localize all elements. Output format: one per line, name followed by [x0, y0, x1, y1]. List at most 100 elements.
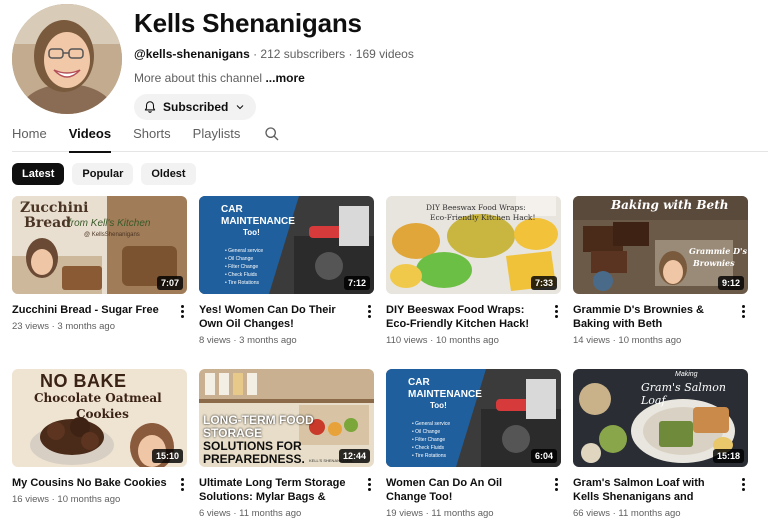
video-thumbnail[interactable]: CAR MAINTENANCE Too! • General service •… — [386, 369, 561, 467]
chip-oldest[interactable]: Oldest — [141, 163, 196, 185]
video-title[interactable]: Ultimate Long Term Storage Solutions: My… — [199, 476, 354, 504]
video-card[interactable]: Making Gram's Salmon Loaf 15:18 Gram's S… — [573, 369, 748, 525]
video-thumbnail[interactable]: Making Gram's Salmon Loaf 15:18 — [573, 369, 748, 467]
more-vert-icon[interactable] — [175, 476, 189, 492]
thumb-text: Too! — [243, 228, 260, 237]
video-age: 11 months ago — [239, 508, 302, 519]
subscribed-button[interactable]: Subscribed — [134, 94, 257, 120]
thumb-text: • Filter Change — [412, 437, 446, 443]
search-icon[interactable] — [264, 126, 280, 147]
video-thumbnail[interactable]: Baking with Beth Grammie D's Brownies 9:… — [573, 196, 748, 294]
chip-popular[interactable]: Popular — [72, 163, 134, 185]
channel-stats: · 212 subscribers · 169 videos — [253, 47, 414, 61]
video-thumbnail[interactable]: DIY Beeswax Food Wraps: Eco-Friendly Kit… — [386, 196, 561, 294]
more-vert-icon[interactable] — [736, 303, 750, 319]
tab-home[interactable]: Home — [12, 120, 47, 152]
about-text: More about this channel — [134, 71, 263, 85]
video-meta: 66 views · 11 months ago — [573, 508, 681, 519]
more-vert-icon[interactable] — [362, 476, 376, 492]
subscribed-label: Subscribed — [163, 100, 229, 114]
video-title[interactable]: Grammie D's Brownies & Baking with Beth — [573, 303, 728, 331]
more-vert-icon[interactable] — [362, 303, 376, 319]
channel-header: Kells Shenanigans @kells-shenanigans · 2… — [134, 8, 754, 120]
video-title[interactable]: DIY Beeswax Food Wraps: Eco-Friendly Kit… — [386, 303, 541, 331]
video-meta: 16 views · 10 months ago — [12, 494, 121, 505]
more-vert-icon[interactable] — [549, 303, 563, 319]
video-meta: 110 views · 10 months ago — [386, 335, 499, 346]
video-title[interactable]: Women Can Do An Oil Change Too! — [386, 476, 541, 504]
thumb-text: STORAGE — [203, 426, 263, 440]
thumb-text: Baking with Beth — [611, 198, 729, 212]
video-meta: 6 views · 11 months ago — [199, 508, 302, 519]
video-duration: 7:07 — [156, 276, 183, 290]
video-age: 3 months ago — [57, 321, 115, 332]
thumb-text: Grammie D's — [689, 246, 747, 256]
video-meta: 19 views · 11 months ago — [386, 508, 494, 519]
video-views: 8 views — [199, 335, 231, 346]
channel-about[interactable]: More about this channel ...more — [134, 70, 754, 86]
thumb-text: • Oil Change — [225, 256, 254, 262]
video-age: 11 months ago — [431, 508, 494, 519]
video-title[interactable]: Gram's Salmon Loaf with Kells Shenanigan… — [573, 476, 728, 504]
video-thumbnail[interactable]: LONG-TERM FOOD STORAGE SOLUTIONS FOR PRE… — [199, 369, 374, 467]
thumb-text: Making — [675, 371, 698, 378]
thumb-text: • Check Fluids — [225, 272, 258, 278]
video-views: 66 views — [573, 508, 610, 519]
video-meta: 8 views · 3 months ago — [199, 335, 297, 346]
video-thumbnail[interactable]: NO BAKE Chocolate Oatmeal Cookies 15:10 — [12, 369, 187, 467]
video-thumbnail[interactable]: Zucchini Bread from Kell's Kitchen @ Kel… — [12, 196, 187, 294]
video-card[interactable]: Zucchini Bread from Kell's Kitchen @ Kel… — [12, 196, 187, 356]
tab-shorts[interactable]: Shorts — [133, 120, 171, 152]
video-title[interactable]: Zucchini Bread - Sugar Free — [12, 303, 167, 317]
video-card[interactable]: Baking with Beth Grammie D's Brownies 9:… — [573, 196, 748, 356]
tab-playlists[interactable]: Playlists — [193, 120, 241, 152]
video-title[interactable]: My Cousins No Bake Cookies — [12, 476, 167, 490]
more-link[interactable]: ...more — [265, 71, 304, 85]
video-age: 10 months ago — [57, 494, 121, 505]
video-age: 11 months ago — [618, 508, 681, 519]
thumb-text: • General service — [225, 248, 264, 254]
video-age: 10 months ago — [436, 335, 499, 346]
thumb-text: MAINTENANCE — [221, 216, 295, 227]
thumb-text: SOLUTIONS FOR — [203, 439, 302, 453]
thumb-text: NO BAKE — [40, 371, 127, 391]
thumb-text: Chocolate Oatmeal — [34, 391, 162, 405]
video-views: 16 views — [12, 494, 49, 505]
tab-videos[interactable]: Videos — [68, 120, 112, 153]
video-thumbnail[interactable]: CAR MAINTENANCE Too! • General service •… — [199, 196, 374, 294]
channel-tabs: Home Videos Shorts Playlists — [12, 120, 768, 153]
video-meta: 14 views · 10 months ago — [573, 335, 682, 346]
thumb-text: • General service — [412, 421, 451, 427]
sort-chips: Latest Popular Oldest — [12, 163, 196, 185]
more-vert-icon[interactable] — [175, 303, 189, 319]
video-duration: 7:12 — [343, 276, 370, 290]
thumb-text: @ KellsShenanigans — [84, 232, 140, 238]
thumb-text: MAINTENANCE — [408, 389, 482, 400]
video-duration: 12:44 — [338, 449, 370, 463]
thumb-text: • Tire Rotations — [225, 280, 259, 286]
video-card[interactable]: NO BAKE Chocolate Oatmeal Cookies 15:10 … — [12, 369, 187, 525]
thumb-text: Bread — [24, 215, 71, 231]
thumb-text: LONG-TERM FOOD — [203, 413, 314, 427]
video-duration: 15:18 — [712, 449, 744, 463]
video-card[interactable]: CAR MAINTENANCE Too! • General service •… — [199, 196, 374, 356]
video-card[interactable]: CAR MAINTENANCE Too! • General service •… — [386, 369, 561, 525]
thumb-text: • Oil Change — [412, 429, 441, 435]
thumb-text: Brownies — [693, 258, 735, 268]
more-vert-icon[interactable] — [736, 476, 750, 492]
video-card[interactable]: LONG-TERM FOOD STORAGE SOLUTIONS FOR PRE… — [199, 369, 374, 525]
video-views: 19 views — [386, 508, 423, 519]
video-meta: 23 views · 3 months ago — [12, 321, 115, 332]
more-vert-icon[interactable] — [549, 476, 563, 492]
video-card[interactable]: DIY Beeswax Food Wraps: Eco-Friendly Kit… — [386, 196, 561, 356]
chip-latest[interactable]: Latest — [12, 163, 65, 185]
video-views: 110 views — [386, 335, 428, 346]
thumb-text: DIY Beeswax Food Wraps: — [426, 203, 526, 212]
channel-name: Kells Shenanigans — [134, 8, 362, 38]
video-title[interactable]: Yes! Women Can Do Their Own Oil Changes! — [199, 303, 354, 331]
channel-avatar[interactable] — [12, 4, 122, 114]
video-duration: 9:12 — [717, 276, 744, 290]
video-views: 23 views — [12, 321, 49, 332]
thumb-text: • Tire Rotations — [412, 453, 446, 459]
thumb-text: Zucchini — [20, 200, 89, 216]
